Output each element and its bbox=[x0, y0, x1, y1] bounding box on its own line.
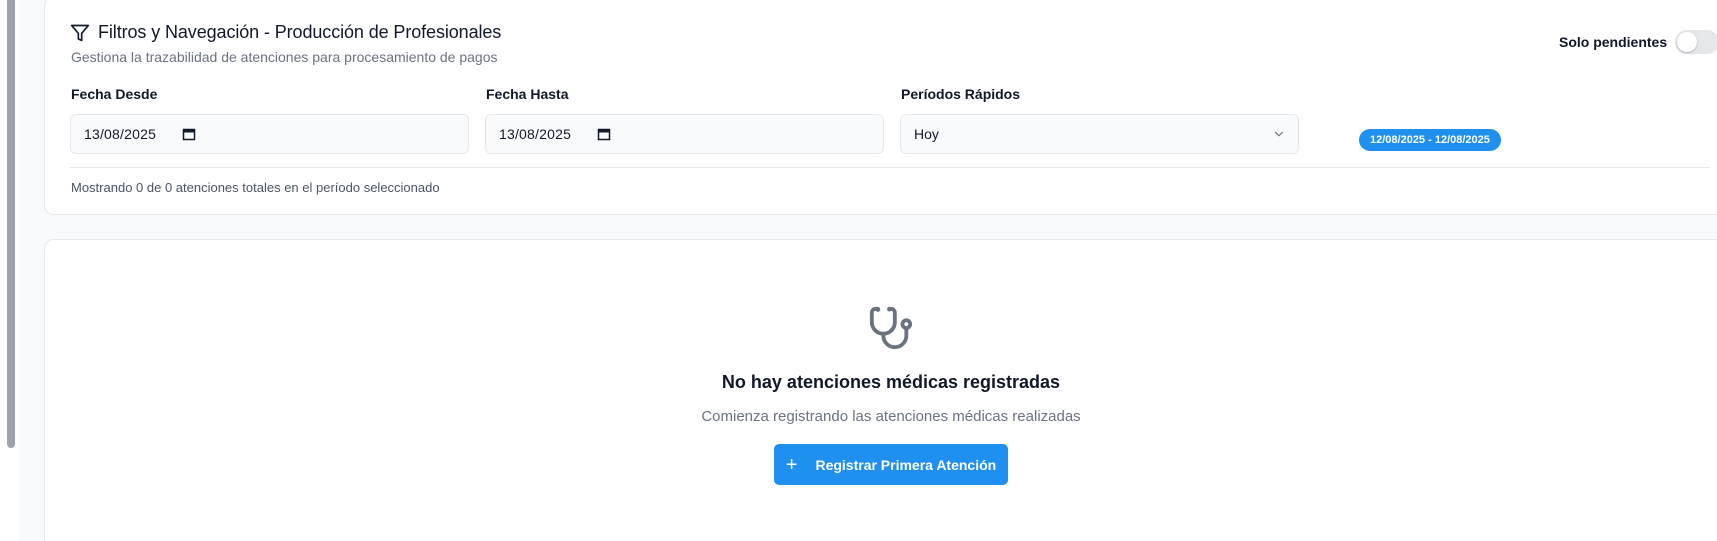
date-from-value: 13/08/2025 bbox=[84, 126, 157, 142]
filters-card: Filtros y Navegación - Producción de Pro… bbox=[44, 0, 1717, 215]
plus-icon: + bbox=[785, 453, 798, 476]
filter-icon bbox=[70, 23, 90, 43]
scrollbar[interactable] bbox=[0, 0, 19, 541]
pending-only-label: Solo pendientes bbox=[1559, 34, 1668, 50]
chevron-down-icon bbox=[1272, 127, 1286, 141]
empty-state-title: No hay atenciones médicas registradas bbox=[721, 372, 1061, 392]
empty-state-subtitle: Comienza registrando las atenciones médi… bbox=[701, 408, 1081, 425]
date-to-value: 13/08/2025 bbox=[499, 126, 572, 142]
date-from-input[interactable]: 13/08/2025 bbox=[70, 114, 469, 154]
quick-periods-label: Períodos Rápidos bbox=[901, 86, 1021, 102]
filters-title: Filtros y Navegación - Producción de Pro… bbox=[98, 22, 502, 42]
divider bbox=[70, 167, 1710, 168]
date-from-label: Fecha Desde bbox=[71, 86, 158, 102]
date-range-badge: 12/08/2025 - 12/08/2025 bbox=[1359, 129, 1501, 151]
toggle-knob bbox=[1677, 32, 1698, 52]
quick-periods-value: Hoy bbox=[914, 126, 939, 142]
stethoscope-icon bbox=[868, 305, 914, 356]
pending-only-toggle[interactable] bbox=[1675, 30, 1717, 54]
register-first-attention-label: Registrar Primera Atención bbox=[815, 456, 997, 473]
calendar-icon[interactable] bbox=[597, 127, 611, 141]
page: Filtros y Navegación - Producción de Pro… bbox=[0, 0, 1717, 541]
results-count-text: Mostrando 0 de 0 atenciones totales en e… bbox=[71, 180, 440, 195]
quick-periods-select[interactable]: Hoy bbox=[900, 114, 1299, 154]
pending-only-toggle-group: Solo pendientes bbox=[1559, 30, 1717, 54]
date-to-input[interactable]: 13/08/2025 bbox=[485, 114, 884, 154]
date-to-label: Fecha Hasta bbox=[486, 86, 569, 102]
filters-header: Filtros y Navegación - Producción de Pro… bbox=[70, 22, 501, 43]
filters-subtitle: Gestiona la trazabilidad de atenciones p… bbox=[71, 49, 498, 65]
register-first-attention-button[interactable]: + Registrar Primera Atención bbox=[774, 444, 1008, 485]
calendar-icon[interactable] bbox=[182, 127, 196, 141]
